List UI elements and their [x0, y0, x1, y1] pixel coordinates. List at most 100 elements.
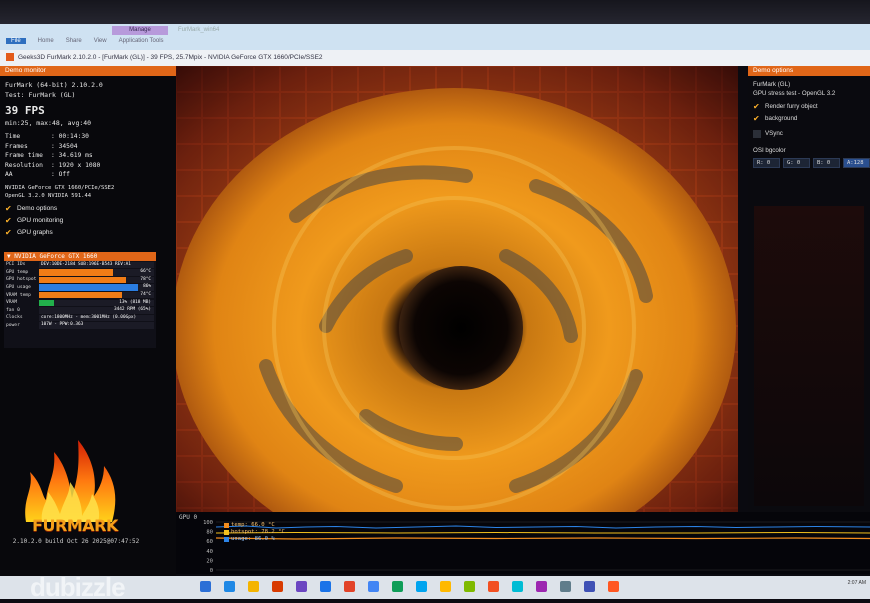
explorer-ribbon: Manage FurMark_win64 File Home Share Vie…	[0, 24, 870, 50]
gpu-monitor-row: GPU temp 66°C	[4, 269, 156, 277]
gpu-row-label: GPU hotspot	[6, 277, 37, 283]
render-viewport[interactable]	[176, 66, 738, 512]
graph-y-tick: 0	[210, 568, 213, 574]
render-furry-object-checkbox[interactable]: ✔ Render furry object	[748, 101, 870, 113]
taskbar-app-icon[interactable]	[272, 581, 283, 592]
stat-value: : 00:14:30	[51, 133, 89, 140]
checkmark-icon: ✔	[753, 102, 760, 111]
checkmark-icon: ✔	[5, 215, 12, 225]
taskbar-app-icon[interactable]	[488, 581, 499, 592]
taskbar-app-icon[interactable]	[536, 581, 547, 592]
gpu-row-bar: DEV:10DE-2184 SUB:196E-B543 REV:A1	[39, 261, 154, 269]
gpu-graph: GPU 0 100 80 60 40 20 0 temp: 66.0 °C hotspot…	[176, 512, 870, 574]
checkbox-label: GPU monitoring	[17, 216, 64, 224]
taskbar-app-icon[interactable]	[512, 581, 523, 592]
panel-backdrop	[754, 206, 864, 506]
logo-wordmark: FURMARK	[32, 516, 118, 535]
gpu-row-fill	[39, 284, 138, 291]
legend-label: temp: 66.0 °C	[231, 522, 275, 528]
context-tab-manage[interactable]: Manage	[112, 26, 168, 35]
usage-line	[215, 525, 870, 529]
demo-options-header[interactable]: Demo options	[748, 66, 870, 76]
taskbar-app-icon[interactable]	[200, 581, 211, 592]
gpu-row-label: fan 0	[6, 307, 20, 313]
gpu-row-label: VRAM temp	[6, 292, 31, 298]
legend-swatch	[224, 530, 229, 535]
demo-options-checkbox[interactable]: ✔ Demo options	[0, 203, 176, 215]
window-title: Geeks3D FurMark 2.10.2.0 - [FurMark (GL)…	[18, 54, 323, 61]
taskbar-app-icon[interactable]	[368, 581, 379, 592]
taskbar-app-icon[interactable]	[392, 581, 403, 592]
taskbar-app-icon[interactable]	[320, 581, 331, 592]
gpu-row-value: 78°C	[140, 276, 151, 282]
taskbar-app-icon[interactable]	[344, 581, 355, 592]
taskbar-app-icon[interactable]	[416, 581, 427, 592]
gpu-graphs-checkbox[interactable]: ✔ GPU graphs	[0, 227, 176, 239]
tab-view[interactable]: View	[94, 38, 107, 44]
stat-key: Frame time	[5, 152, 43, 159]
gpu-row-label: power	[6, 323, 20, 329]
gpu-row-value: 13% (818 MB)	[119, 299, 151, 305]
demo-name: FurMark (GL)	[753, 81, 791, 88]
fps-stats: min:25, max:48, avg:40	[5, 119, 92, 127]
furmark-window: Demo monitor FurMark (64-bit) 2.10.2.0 T…	[0, 66, 870, 576]
checkmark-icon: ✔	[753, 114, 760, 123]
graph-legend: temp: 66.0 °C hotspot: 78.2 °C usage: 86…	[224, 522, 285, 543]
gpu-row-value: DEV:10DE-2184 SUB:196E-B543 REV:A1	[41, 261, 131, 267]
demo-monitor-header[interactable]: Demo monitor	[0, 66, 176, 76]
gpu-monitor-title: ▼ NVIDIA GeForce GTX 1660	[4, 252, 156, 261]
taskbar-app-icon[interactable]	[296, 581, 307, 592]
gpu-row-bar: 78°C	[39, 276, 154, 284]
taskbar-app-icon[interactable]	[608, 581, 619, 592]
gpu-monitor-row: GPU usage 86%	[4, 284, 156, 292]
taskbar-app-icon[interactable]	[224, 581, 235, 592]
checkbox-label: background	[765, 115, 798, 122]
opengl-version: OpenGL 3.2.0 NVIDIA 591.44	[5, 192, 92, 199]
stat-time: Time: 00:14:30	[0, 132, 176, 142]
gpu-row-fill	[39, 307, 114, 314]
hotspot-line	[215, 531, 870, 534]
legend-label: usage: 86.0 %	[231, 536, 275, 542]
checkmark-icon: ✔	[5, 227, 12, 237]
empty-checkbox-icon: ·	[753, 130, 761, 138]
taskbar-clock[interactable]: 2:07 AM	[848, 580, 866, 587]
tab-application-tools[interactable]: Application Tools	[119, 38, 164, 44]
window-titlebar[interactable]: Geeks3D FurMark 2.10.2.0 - [FurMark (GL)…	[0, 50, 870, 67]
taskbar-app-icon[interactable]	[440, 581, 451, 592]
gpu-renderer: NVIDIA GeForce GTX 1660/PCIe/SSE2	[5, 184, 115, 191]
stat-key: AA	[5, 171, 13, 178]
gpu-row-bar: 66°C	[39, 269, 154, 276]
vsync-checkbox[interactable]: · VSync	[748, 128, 870, 140]
gpu-row-value: 74°C	[140, 291, 151, 297]
tab-file[interactable]: File	[6, 38, 26, 44]
legend-usage: usage: 86.0 %	[224, 536, 285, 543]
checkbox-label: VSync	[765, 130, 783, 137]
taskbar-app-icon[interactable]	[248, 581, 259, 592]
taskbar-app-icon[interactable]	[560, 581, 571, 592]
context-title: FurMark_win64	[178, 27, 220, 33]
tab-home[interactable]: Home	[38, 38, 54, 44]
ribbon-tabs: File Home Share View Application Tools	[6, 38, 164, 44]
gpu-monitoring-checkbox[interactable]: ✔ GPU monitoring	[0, 215, 176, 227]
test-name: Test: FurMark (GL)	[5, 91, 76, 99]
checkbox-label: Render furry object	[765, 103, 818, 110]
tab-share[interactable]: Share	[66, 38, 82, 44]
monitor-bezel	[0, 0, 870, 24]
stat-aa: AA: Off	[0, 170, 176, 180]
green-field[interactable]: G: 0	[783, 158, 810, 168]
taskbar-app-icon[interactable]	[464, 581, 475, 592]
checkbox-label: GPU graphs	[17, 228, 53, 236]
app-version: FurMark (64-bit) 2.10.2.0	[5, 81, 103, 89]
gpu-monitor-row: PCI IDs DEV:10DE-2184 SUB:196E-B543 REV:A…	[4, 261, 156, 269]
stat-resolution: Resolution: 1920 x 1080	[0, 161, 176, 171]
gpu-row-value: 107W - PPW:0.363	[41, 322, 84, 328]
gpu-row-bar: 3442 RPM (65%)	[39, 307, 154, 314]
demo-options-panel: Demo options FurMark (GL) GPU stress tes…	[748, 66, 870, 512]
background-checkbox[interactable]: ✔ background	[748, 113, 870, 125]
legend-label: hotspot: 78.2 °C	[231, 529, 285, 535]
blue-field[interactable]: B: 0	[813, 158, 840, 168]
flame-icon	[25, 440, 116, 522]
taskbar-app-icon[interactable]	[584, 581, 595, 592]
red-field[interactable]: R: 0	[753, 158, 780, 168]
alpha-field[interactable]: A:128	[843, 158, 870, 168]
